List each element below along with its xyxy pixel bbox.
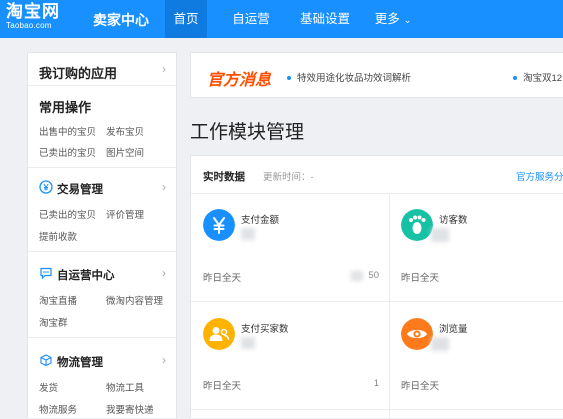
link-review-management[interactable]: 评价管理 [106,207,144,221]
official-notice-tag: 官方消息 [207,72,272,89]
link-taobao-group[interactable]: 淘宝群 [39,315,68,329]
eye-icon [401,318,433,350]
logo-subtext: Taobao.com [6,21,52,30]
chevron-right-icon[interactable]: › [162,62,166,76]
yesterday-value: 1 [373,378,379,389]
footprint-icon [401,209,433,241]
blurred-value [431,337,449,351]
metric-label: 访客数 [439,215,468,226]
divider [389,193,390,419]
logistics-management-title[interactable]: 物流管理 [57,354,103,370]
taobao-logo[interactable]: 淘宝网 Taobao.com [6,3,60,31]
divider [28,251,176,252]
chevron-right-icon[interactable]: › [162,180,166,194]
link-logistics-service[interactable]: 物流服务 [39,402,77,416]
divider [191,193,563,194]
divider [191,409,563,410]
blurred-value [351,271,363,281]
update-time: 更新时间：- [263,172,314,183]
blurred-value [241,228,255,240]
yesterday-value: 50 [368,270,379,281]
common-ops-title: 常用操作 [39,100,92,115]
chevron-right-icon[interactable]: › [162,353,166,367]
realtime-data-panel: 实时数据 更新时间：- 官方服务分 支付金额 昨日全天 50 访客数 昨日全天 [190,155,563,419]
link-logistics-tools[interactable]: 物流工具 [106,380,144,394]
box-icon [40,354,52,367]
link-early-payment[interactable]: 提前收款 [39,229,77,243]
top-nav-bar: 淘宝网 Taobao.com 卖家中心 首页 自运营 基础设置 更多 ⌄ [0,0,563,38]
link-sold-items-trade[interactable]: 已卖出的宝贝 [39,207,96,221]
sidebar: 我订购的应用 › 常用操作 出售中的宝贝 发布宝贝 已卖出的宝贝 图片空间 交易… [27,52,177,418]
divider [28,85,176,86]
logo-text: 淘宝网 [6,2,60,21]
tab-home[interactable]: 首页 [165,0,207,38]
yesterday-label: 昨日全天 [401,381,440,392]
official-service-score-link[interactable]: 官方服务分 [516,169,563,183]
link-send-express[interactable]: 我要寄快递 [106,402,154,416]
link-weitao-content[interactable]: 微淘内容管理 [106,293,163,307]
notice-item[interactable]: 淘宝双12 [513,70,562,84]
chevron-down-icon: ⌄ [403,15,412,25]
page-title: 工作模块管理 [190,122,305,143]
yesterday-label: 昨日全天 [203,273,242,284]
seller-center-title: 卖家中心 [93,12,149,28]
buyer-icon [203,318,235,350]
link-image-space[interactable]: 图片空间 [106,145,144,159]
divider [191,301,563,302]
link-on-sale-items[interactable]: 出售中的宝贝 [39,124,96,138]
yesterday-label: 昨日全天 [203,381,242,392]
notice-item-text: 特效用途化妆品功效词解析 [297,73,412,84]
bullet-icon [513,76,517,81]
metric-label: 支付金额 [241,215,280,226]
tab-more-label: 更多 [374,12,400,26]
trade-management-title[interactable]: 交易管理 [57,181,103,197]
tab-self-operation-label: 自运营 [232,12,270,26]
notice-item[interactable]: 特效用途化妆品功效词解析 [287,70,411,84]
metric-label: 支付买家数 [241,324,289,335]
link-ship[interactable]: 发货 [39,380,58,394]
official-notice-bar: 官方消息 特效用途化妆品功效词解析 淘宝双12 [190,52,563,98]
yen-icon [203,209,235,241]
blurred-value [241,337,255,349]
tab-basic-settings[interactable]: 基础设置 [290,0,360,38]
tab-more[interactable]: 更多 ⌄ [368,0,418,38]
yen-circle-icon [39,180,53,194]
self-operation-center-title[interactable]: 自运营中心 [57,267,115,283]
yesterday-label: 昨日全天 [401,273,440,284]
tab-home-label: 首页 [173,12,199,26]
notice-item-text: 淘宝双12 [523,73,563,84]
sidebar-my-apps[interactable]: 我订购的应用 [39,63,117,82]
tab-realtime-data[interactable]: 实时数据 [203,169,245,184]
tab-basic-settings-label: 基础设置 [299,12,350,26]
link-taobao-live[interactable]: 淘宝直播 [39,293,77,307]
link-publish-item[interactable]: 发布宝贝 [106,124,144,138]
metric-label: 浏览量 [439,324,468,335]
divider [28,337,176,338]
blurred-value [431,228,449,242]
chat-bubble-icon [40,267,52,280]
link-sold-items[interactable]: 已卖出的宝贝 [39,145,96,159]
tab-self-operation[interactable]: 自运营 [222,0,280,38]
bullet-icon [287,76,291,81]
divider [28,167,176,168]
chevron-right-icon[interactable]: › [162,266,166,280]
